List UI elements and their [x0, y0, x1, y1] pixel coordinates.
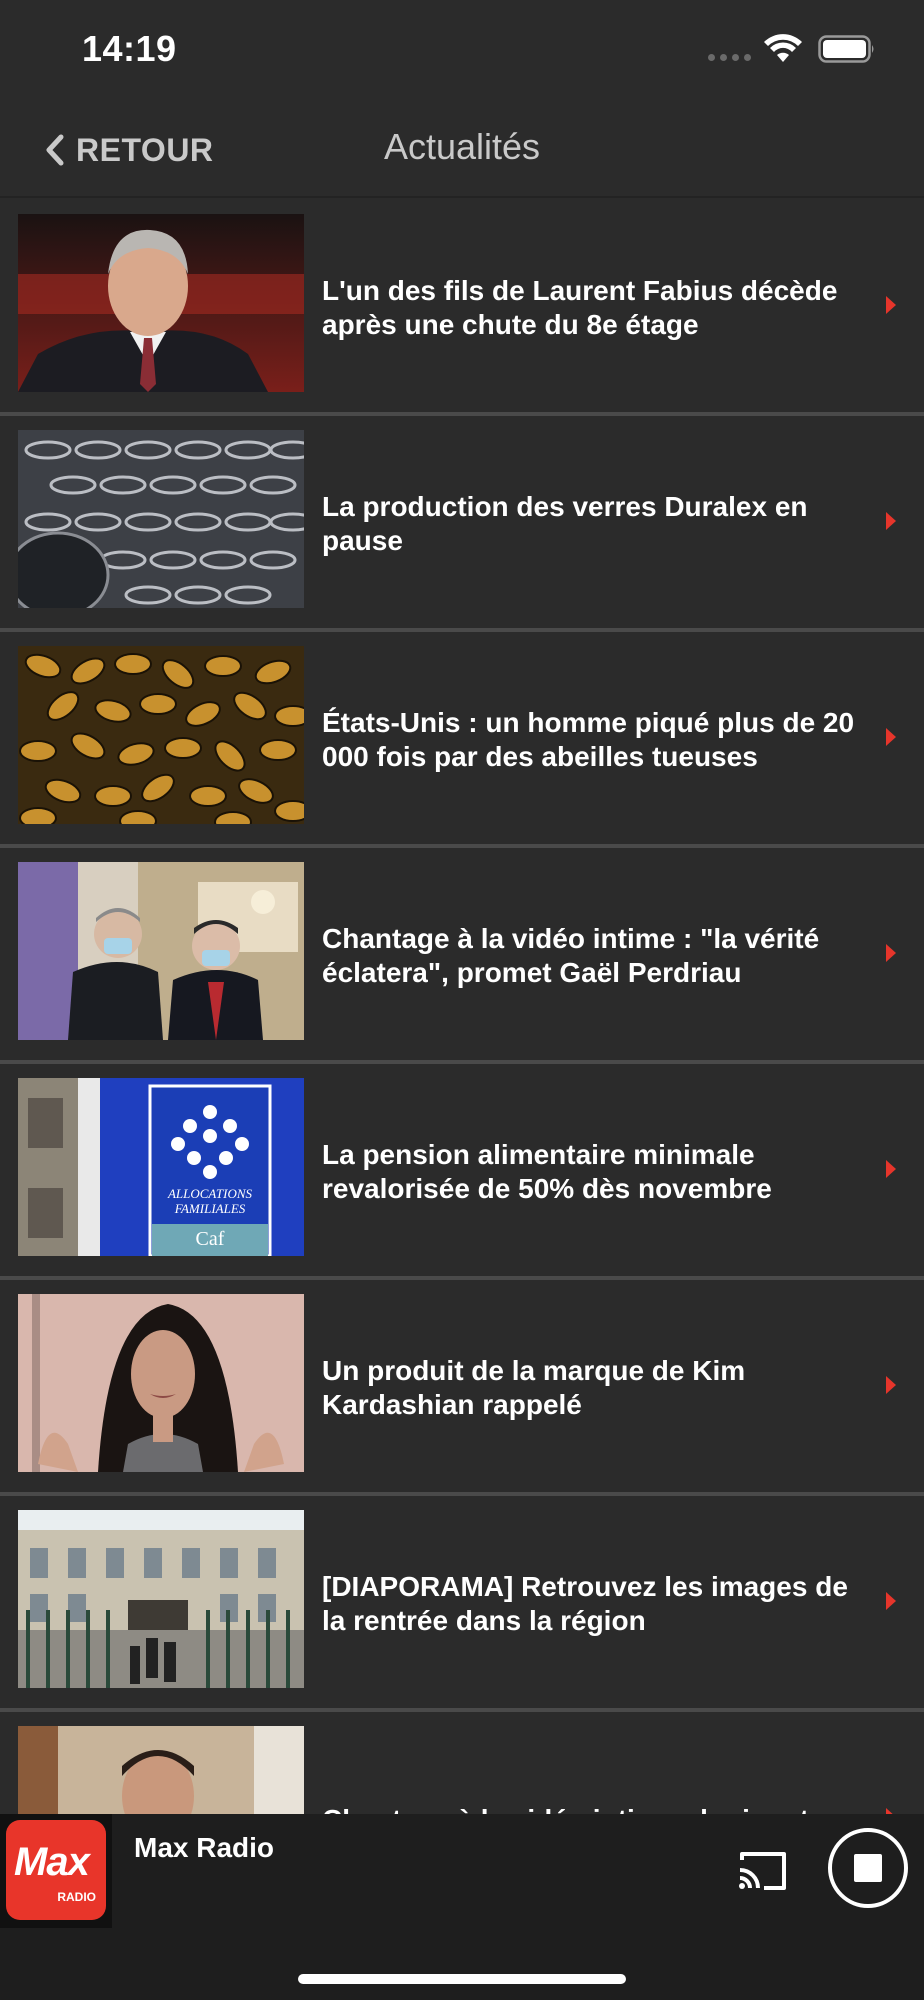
news-thumbnail — [18, 646, 304, 824]
radio-player-bar[interactable]: Max RADIO Max Radio — [0, 1814, 924, 1928]
navigation-bar: Actualités RETOUR — [0, 100, 924, 198]
news-thumbnail — [18, 1726, 304, 1814]
stop-icon — [854, 1854, 882, 1882]
news-title: Un produit de la marque de Kim Kardashia… — [322, 1355, 746, 1420]
news-item[interactable]: Chantage à la vidéo intime : "la vérité … — [0, 848, 924, 1064]
news-title: Chantage à la vidéo intime : la riposte — [322, 1712, 862, 1814]
home-indicator-area — [0, 1928, 924, 2000]
chevron-right-icon — [886, 1160, 896, 1178]
news-title: La pension alimentaire minimale revalori… — [322, 1139, 772, 1204]
cast-icon[interactable] — [736, 1850, 788, 1892]
cellular-signal-icon — [708, 54, 751, 61]
news-item[interactable]: La production des verres Duralex en paus… — [0, 416, 924, 632]
caf-logo-text: Caf — [195, 1228, 225, 1250]
home-indicator[interactable] — [298, 1974, 626, 1984]
news-list: L'un des fils de Laurent Fabius décède a… — [0, 200, 924, 1814]
status-bar: 14:19 — [0, 0, 924, 100]
news-title: Chantage à la vidéo intime : "la vérité … — [322, 923, 820, 988]
news-item[interactable]: États-Unis : un homme piqué plus de 20 0… — [0, 632, 924, 848]
wifi-icon — [764, 34, 802, 62]
news-thumbnail: ALLOCATIONS FAMILIALES Caf — [18, 1078, 304, 1256]
status-time: 14:19 — [82, 28, 177, 69]
news-thumbnail — [18, 862, 304, 1040]
back-button[interactable]: RETOUR — [44, 128, 214, 172]
logo-subtitle: RADIO — [57, 1890, 96, 1904]
news-item[interactable]: Un produit de la marque de Kim Kardashia… — [0, 1280, 924, 1496]
news-title: L'un des fils de Laurent Fabius décède a… — [322, 275, 838, 340]
news-thumbnail — [18, 1294, 304, 1472]
news-item[interactable]: [DIAPORAMA] Retrouvez les images de la r… — [0, 1496, 924, 1712]
chevron-right-icon — [886, 296, 896, 314]
back-label: RETOUR — [76, 131, 214, 168]
news-title: [DIAPORAMA] Retrouvez les images de la r… — [322, 1571, 848, 1636]
news-item[interactable]: L'un des fils de Laurent Fabius décède a… — [0, 200, 924, 416]
news-item[interactable]: ALLOCATIONS FAMILIALES Caf La pension al… — [0, 1064, 924, 1280]
news-title: États-Unis : un homme piqué plus de 20 0… — [322, 707, 855, 772]
news-thumbnail — [18, 1510, 304, 1688]
battery-icon — [818, 35, 874, 63]
news-thumbnail — [18, 430, 304, 608]
station-logo: Max RADIO — [0, 1814, 112, 1928]
news-thumbnail — [18, 214, 304, 392]
chevron-right-icon — [886, 1376, 896, 1394]
chevron-right-icon — [886, 512, 896, 530]
news-item[interactable]: Chantage à la vidéo intime : la riposte — [0, 1712, 924, 1814]
stop-button[interactable] — [828, 1828, 908, 1908]
chevron-right-icon — [886, 944, 896, 962]
logo-wordmark: Max — [14, 1840, 90, 1884]
news-title: La production des verres Duralex en paus… — [322, 491, 808, 556]
chevron-right-icon — [886, 1592, 896, 1610]
station-name: Max Radio — [134, 1832, 275, 1863]
chevron-right-icon — [886, 728, 896, 746]
chevron-left-icon — [46, 134, 64, 166]
caf-sign-text: ALLOCATIONS FAMILIALES — [167, 1186, 253, 1216]
